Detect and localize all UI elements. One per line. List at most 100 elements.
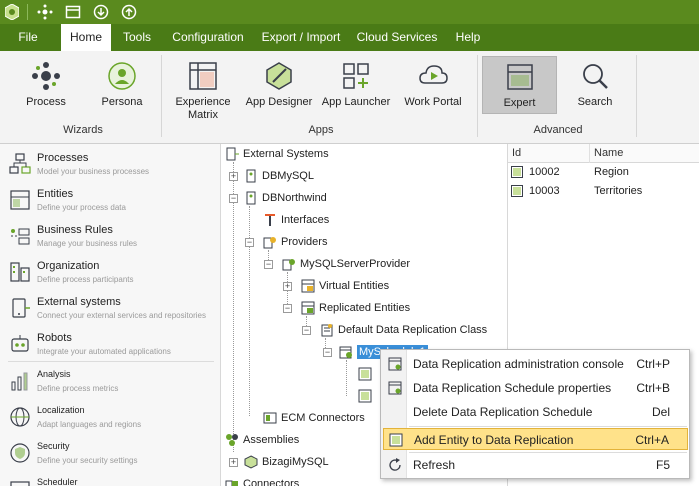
tree-node-entity-1[interactable] (357, 365, 376, 383)
menu-item-add-entity[interactable]: Add Entity to Data Replication Ctrl+A (383, 428, 688, 450)
menu-item-shortcut: Ctrl+B (636, 381, 670, 395)
assemblies-icon (224, 432, 240, 448)
tree-label: ECM Connectors (281, 412, 365, 424)
matrix-icon (186, 59, 220, 93)
nav-security[interactable]: Security Define your security settings (0, 435, 220, 471)
virtual-entities-icon (300, 278, 316, 294)
persona-button[interactable]: Persona (94, 59, 150, 109)
tree-node-default-class[interactable]: Default Data Replication Class (319, 321, 487, 339)
table-row[interactable]: 10003 Territories (508, 182, 699, 201)
nav-subtitle: Integrate your automated applications (37, 347, 171, 356)
database-icon (243, 190, 259, 206)
tree-node-dbmysql[interactable]: DBMySQL (243, 167, 314, 185)
tree-node-providers[interactable]: Providers (262, 233, 327, 251)
add-entity-icon (388, 432, 404, 448)
window-icon[interactable] (62, 1, 84, 23)
tab-configuration[interactable]: Configuration (166, 24, 250, 51)
app-designer-label: App Designer (245, 96, 313, 108)
nav-scheduler[interactable]: Scheduler (0, 471, 220, 486)
expand-toggle[interactable]: + (229, 172, 238, 181)
nav-robots[interactable]: Robots Integrate your automated applicat… (0, 326, 220, 362)
bizagi-logo-icon (3, 3, 21, 21)
ribbon-divider (161, 55, 162, 137)
robot-icon (8, 332, 32, 356)
nav-analysis[interactable]: Analysis Define process metrics (0, 363, 220, 399)
connect-icon[interactable] (34, 1, 56, 23)
menu-item-admin-console[interactable]: Data Replication administration console … (383, 353, 688, 375)
tab-export-import[interactable]: Export / Import (258, 24, 344, 51)
menu-item-shortcut: Ctrl+P (636, 357, 670, 371)
nav-entities[interactable]: Entities Define your process data (0, 182, 220, 218)
collapse-toggle[interactable]: − (245, 238, 254, 247)
tree-label: Providers (281, 236, 328, 248)
advanced-group-label: Advanced (533, 124, 583, 136)
menu-item-label: Data Replication administration console (413, 357, 624, 371)
collapse-toggle[interactable]: − (283, 304, 292, 313)
upload-icon[interactable] (118, 1, 140, 23)
tree-node-interfaces[interactable]: Interfaces (262, 211, 329, 229)
menu-item-label: Add Entity to Data Replication (414, 433, 574, 447)
nav-processes[interactable]: Processes Model your business processes (0, 146, 220, 182)
menu-item-refresh[interactable]: Refresh F5 (383, 454, 688, 476)
collapse-toggle[interactable]: − (229, 194, 238, 203)
schedule-icon (338, 344, 354, 360)
tree-label: Interfaces (281, 214, 330, 226)
search-button[interactable]: Search (566, 59, 624, 109)
scheduler-icon (8, 477, 32, 486)
tree-label: External Systems (243, 148, 329, 160)
column-header-name[interactable]: Name (590, 144, 699, 163)
title-separator (27, 4, 28, 20)
tab-home[interactable]: Home (61, 24, 111, 51)
expand-toggle[interactable]: + (283, 282, 292, 291)
nav-title: Localization (37, 405, 85, 415)
table-row[interactable]: 10002 Region (508, 163, 699, 182)
tab-tools[interactable]: Tools (117, 24, 157, 51)
menu-item-delete-schedule[interactable]: Delete Data Replication Schedule Del (383, 401, 688, 423)
nav-organization[interactable]: Organization Define process participants (0, 254, 220, 290)
experience-matrix-button[interactable]: Experience Matrix (172, 59, 234, 122)
nav-title: Security (37, 441, 70, 451)
tree-node-ecm-connectors[interactable]: ECM Connectors (262, 409, 365, 427)
download-icon[interactable] (90, 1, 112, 23)
tree-node-external-systems[interactable]: External Systems (224, 145, 329, 163)
tree-node-virtual-entities[interactable]: Virtual Entities (300, 277, 389, 295)
nav-subtitle: Adapt languages and regions (37, 420, 142, 429)
nav-title: Business Rules (37, 224, 113, 236)
entities-icon (8, 188, 32, 212)
collapse-toggle[interactable]: − (323, 348, 332, 357)
provider-icon (281, 256, 297, 272)
ecm-connector-icon (262, 410, 278, 426)
tree-label: DBMySQL (262, 170, 314, 182)
admin-console-icon (387, 356, 403, 372)
organization-icon (8, 260, 32, 284)
tree-node-bizagimysql[interactable]: BizagiMySQL (243, 453, 329, 471)
collapse-toggle[interactable]: − (302, 326, 311, 335)
work-portal-button[interactable]: Work Portal (400, 59, 466, 109)
expand-toggle[interactable]: + (229, 458, 238, 467)
search-icon (578, 59, 612, 93)
column-header-id[interactable]: Id (508, 144, 590, 163)
tree-node-entity-2[interactable] (357, 387, 376, 405)
nav-localization[interactable]: Localization Adapt languages and regions (0, 399, 220, 435)
app-launcher-icon (339, 59, 373, 93)
process-button[interactable]: Process (18, 59, 74, 109)
app-launcher-button[interactable]: App Launcher (320, 59, 392, 109)
tree-label: Virtual Entities (319, 280, 390, 292)
nav-business-rules[interactable]: Business Rules Manage your business rule… (0, 218, 220, 254)
tab-file[interactable]: File (8, 24, 48, 51)
tree-node-mysqlserverprovider[interactable]: MySQLServerProvider (281, 255, 410, 273)
tab-help[interactable]: Help (448, 24, 488, 51)
expert-button[interactable]: Expert (482, 56, 557, 114)
security-icon (8, 441, 32, 465)
menu-item-schedule-properties[interactable]: Data Replication Schedule properties Ctr… (383, 377, 688, 399)
tree-node-dbnorthwind[interactable]: DBNorthwind (243, 189, 327, 207)
tree-node-connectors[interactable]: Connectors (224, 475, 299, 486)
nav-title: Entities (37, 188, 74, 200)
nav-external-systems[interactable]: External systems Connect your external s… (0, 290, 220, 326)
tree-node-replicated-entities[interactable]: Replicated Entities (300, 299, 410, 317)
collapse-toggle[interactable]: − (264, 260, 273, 269)
menu-item-shortcut: F5 (655, 458, 670, 472)
tab-cloud-services[interactable]: Cloud Services (354, 24, 440, 51)
tree-node-assemblies[interactable]: Assemblies (224, 431, 299, 449)
app-designer-button[interactable]: App Designer (244, 59, 314, 109)
